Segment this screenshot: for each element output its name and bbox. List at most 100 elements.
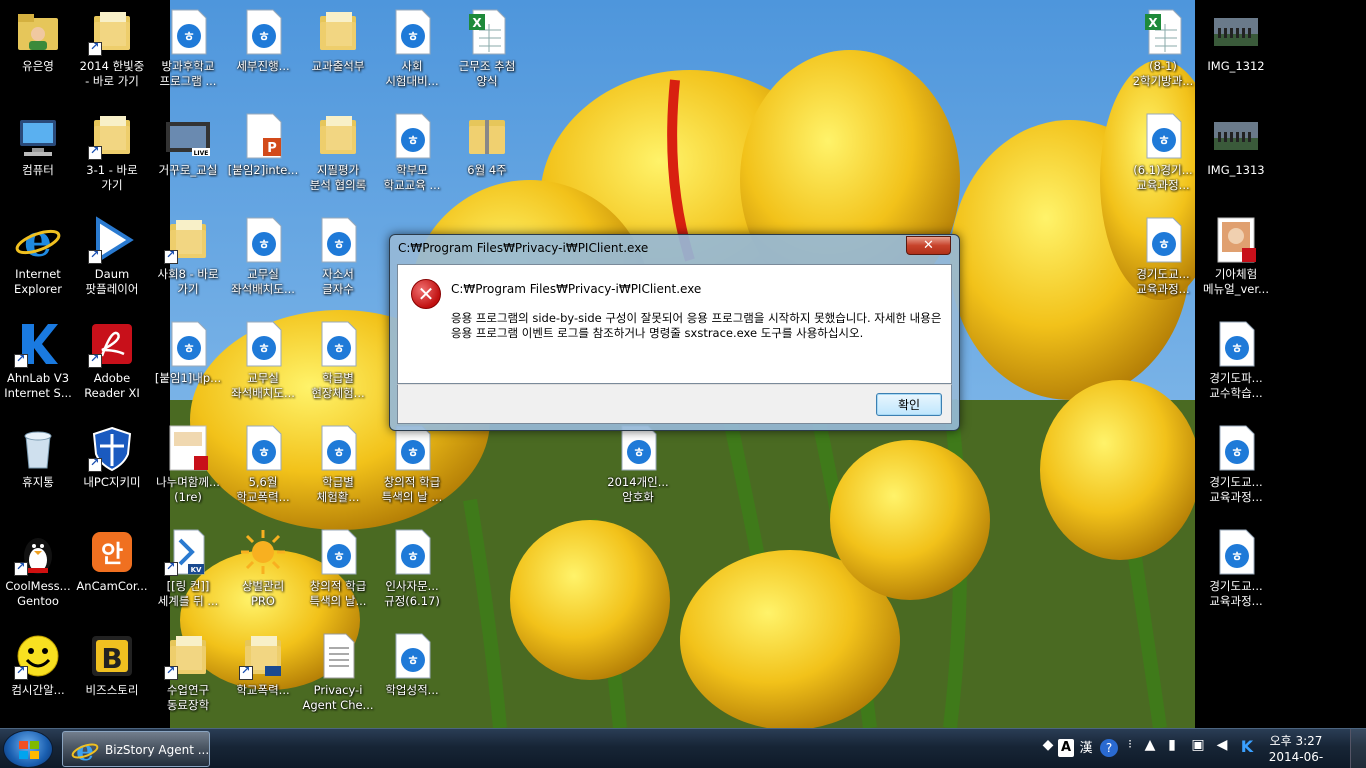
network-tray-icon[interactable]: ◆ — [1040, 737, 1056, 753]
desktop-icon-ancam[interactable]: 안 AnCamCor... — [74, 528, 150, 594]
desktop-icon-label: [붙임1]내p... — [154, 371, 222, 385]
hwp-document-icon: ㅎ — [1212, 320, 1260, 368]
device-tray-icon[interactable]: ▮ — [1165, 737, 1179, 753]
desktop-icon-creative-class-day2[interactable]: ㅎ 창의적 학급 특색의 날... — [300, 528, 376, 609]
desktop-icon-attachment1[interactable]: ㅎ [붙임1]내p... — [150, 320, 226, 386]
desktop-icon-lesson-research[interactable]: 수업연구 동료장학 — [150, 632, 226, 713]
desktop-icon-gyeonggi-curriculum-61[interactable]: ㅎ (6.1)경기... 교육과정... — [1125, 112, 1201, 193]
desktop-icon-computer[interactable]: 컴퓨터 — [0, 112, 76, 178]
close-button[interactable]: ✕ — [906, 236, 951, 255]
desktop-icon-label: 5,6월 학교폭력... — [236, 475, 290, 504]
desktop-icon-gyeonggi-teaching[interactable]: ㅎ 경기도파... 교수학습... — [1198, 320, 1274, 401]
desktop-icon-academic-grades[interactable]: ㅎ 학업성적... — [374, 632, 450, 698]
desktop-icon-internet-explorer[interactable]: e Internet Explorer — [0, 216, 76, 297]
desktop-icon-subject-attendance[interactable]: 교과출석부 — [300, 8, 376, 74]
desktop-icon-label: 학급별 현장체험... — [311, 371, 365, 400]
desktop-icon-comsigan[interactable]: 컴시간알... — [0, 632, 76, 698]
desktop-icon-social-exam-prep[interactable]: ㅎ 사회 시험대비... — [374, 8, 450, 89]
hwp-document-icon: ㅎ — [1139, 216, 1187, 264]
ime-hanja[interactable]: 漢 — [1077, 737, 1095, 756]
excel-icon: X — [1139, 8, 1187, 56]
desktop-icon-attachment2[interactable]: P [붙임2]inte... — [225, 112, 301, 178]
desktop-icon-staffroom-seating1[interactable]: ㅎ 교무실 좌석배치도... — [225, 216, 301, 297]
network-status-icon[interactable]: ▣ — [1190, 737, 1206, 753]
desktop-icon-school-violence-folder[interactable]: 학교폭력... — [225, 632, 301, 698]
svg-text:ㅎ: ㅎ — [407, 134, 419, 149]
play-icon — [88, 216, 136, 264]
desktop-icon-school-violence-56[interactable]: ㅎ 5,6월 학교폭력... — [225, 424, 301, 505]
internet-explorer-icon: e — [14, 216, 62, 267]
desktop-icon-img-1313[interactable]: IMG_1313 — [1198, 112, 1274, 178]
internet-explorer-icon: e — [71, 736, 99, 764]
desktop-icon-detailed-progress[interactable]: ㅎ 세부진행... — [225, 8, 301, 74]
desktop-icon-label: 6월 4주 — [467, 163, 507, 177]
desktop-icon-lincoln[interactable]: KV [[링 컨]] 세계를 뒤 ... — [150, 528, 226, 609]
shortcut-arrow-icon — [88, 352, 102, 368]
desktop-icon-exam-analysis[interactable]: 지필평가 분석 협의록 — [300, 112, 376, 193]
hwp-document-icon: ㅎ — [164, 320, 212, 368]
desktop-icon-gyeonggi-curriculum-c[interactable]: ㅎ 경기도교... 교육과정... — [1198, 528, 1274, 609]
desktop-icon-creative-class-day1[interactable]: ㅎ 창의적 학급 특색의 날 ... — [374, 424, 450, 505]
desktop-icon-label: 사회8 - 바로 가기 — [157, 267, 219, 296]
desktop-icon-img-1312[interactable]: IMG_1312 — [1198, 8, 1274, 74]
svg-text:ㅎ: ㅎ — [1158, 134, 1170, 149]
desktop-icon-privacy-agent-check[interactable]: Privacy-i Agent Che... — [300, 632, 376, 713]
desktop-icon-label: 유은영 — [22, 59, 54, 73]
desktop-icon-label: 교과출석부 — [311, 59, 365, 73]
desktop-icon-sharing-together[interactable]: 나누며함께... (1re) — [150, 424, 226, 505]
help-icon[interactable]: ? — [1100, 739, 1118, 757]
desktop-icon-coolmessenger[interactable]: CoolMess... Gentoo — [0, 528, 76, 609]
desktop-icon-bizstory[interactable]: B 비즈스토리 — [74, 632, 150, 698]
desktop-icon-staffroom-seating2[interactable]: ㅎ 교무실 좌석배치도... — [225, 320, 301, 401]
ime-mode-a[interactable]: A — [1058, 739, 1074, 757]
desktop-icon-gyeonggi-curriculum-b[interactable]: ㅎ 경기도교... 교육과정... — [1198, 424, 1274, 505]
show-desktop-button[interactable] — [1350, 729, 1366, 768]
desktop-icon-label: 2014개인... 암호화 — [607, 475, 669, 504]
desktop-icon-self-intro-chars[interactable]: ㅎ 자소서 글자수 — [300, 216, 376, 297]
desktop-icon-duty-lottery[interactable]: X 근무조 추첨 양식 — [449, 8, 525, 89]
desktop-icon-social8-shortcut[interactable]: 사회8 - 바로 가기 — [150, 216, 226, 297]
zip-folder-icon — [463, 112, 511, 160]
desktop-icon-reward-pro[interactable]: 상벌관리 PRO — [225, 528, 301, 609]
desktop-icon-recycle-bin[interactable]: 휴지통 — [0, 424, 76, 490]
desktop-icon-gyeonggi-curriculum-a[interactable]: ㅎ 경기도교... 교육과정... — [1125, 216, 1201, 297]
desktop-icon-adobe-reader[interactable]: Adobe Reader XI — [74, 320, 150, 401]
volume-icon[interactable]: ◀ — [1214, 737, 1230, 753]
desktop-icon-parent-education[interactable]: ㅎ 학부모 학교교육 ... — [374, 112, 450, 193]
desktop-icon-daum-potplayer[interactable]: Daum 팟플레이어 — [74, 216, 150, 297]
start-button[interactable] — [3, 730, 53, 768]
desktop-icon-class-activity[interactable]: ㅎ 학급별 체험활... — [300, 424, 376, 505]
desktop-icon-label: AnCamCor... — [76, 579, 148, 593]
hwp-document-icon: ㅎ — [239, 424, 287, 472]
show-hidden-icons[interactable]: ▲ — [1143, 737, 1157, 753]
ime-options-icon[interactable]: ⁝ — [1124, 737, 1136, 751]
desktop-icon-class-fieldtrip[interactable]: ㅎ 학급별 현장체험... — [300, 320, 376, 401]
desktop-icon-june-week4[interactable]: 6월 4주 — [449, 112, 525, 178]
desktop-icon-flipped-classroom[interactable]: LIVE 거꾸로_교실 — [150, 112, 226, 178]
desktop-icon-label: 자소서 글자수 — [322, 267, 354, 296]
pdf-document-icon — [1212, 216, 1260, 264]
desktop-icon-label: 비즈스토리 — [85, 683, 139, 697]
desktop-icon-user[interactable]: 유은영 — [0, 8, 76, 74]
desktop-icon-mypc-guard[interactable]: 내PC지키미 — [74, 424, 150, 490]
desktop-icon-ahnlab[interactable]: AhnLab V3 Internet S... — [0, 320, 76, 401]
desktop-icon-afterschool-8-1[interactable]: X (8-1) 2학기방과... — [1125, 8, 1201, 89]
desktop-icon-label: IMG_1313 — [1207, 163, 1265, 177]
hwp-document-icon: ㅎ — [1212, 424, 1260, 472]
video-live-icon: LIVE — [164, 112, 212, 160]
desktop-icon-hr-advisory[interactable]: ㅎ 인사자문... 규정(6.17) — [374, 528, 450, 609]
desktop-icon-label: (8-1) 2학기방과... — [1132, 59, 1194, 88]
svg-text:e: e — [76, 736, 94, 764]
taskbar-item-bizstory-agent[interactable]: e BizStory Agent ... — [62, 731, 210, 767]
desktop-icon-hanbit-shortcut[interactable]: 2014 한빛중 - 바로 가기 — [74, 8, 150, 89]
desktop-icon-afterschool-program[interactable]: ㅎ 방과후학교 프로그램 ... — [150, 8, 226, 89]
system-clock[interactable]: 오후 3:27 2014-06-27 — [1268, 733, 1324, 768]
desktop-icon-3-1-shortcut[interactable]: 3-1 - 바로 가기 — [74, 112, 150, 193]
desktop-icon-kia-experience-manual[interactable]: 기아체험 메뉴얼_ver... — [1198, 216, 1274, 297]
desktop-icon-label: (6.1)경기... 교육과정... — [1133, 163, 1193, 192]
desktop-icon-label: 상벌관리 PRO — [241, 579, 285, 608]
ok-button[interactable]: 확인 — [876, 393, 942, 416]
desktop-icon-label: Internet Explorer — [14, 267, 62, 296]
desktop-icon-2014-personal-encryption[interactable]: ㅎ 2014개인... 암호화 — [600, 424, 676, 505]
ahnlab-tray-icon[interactable]: K — [1238, 737, 1256, 756]
